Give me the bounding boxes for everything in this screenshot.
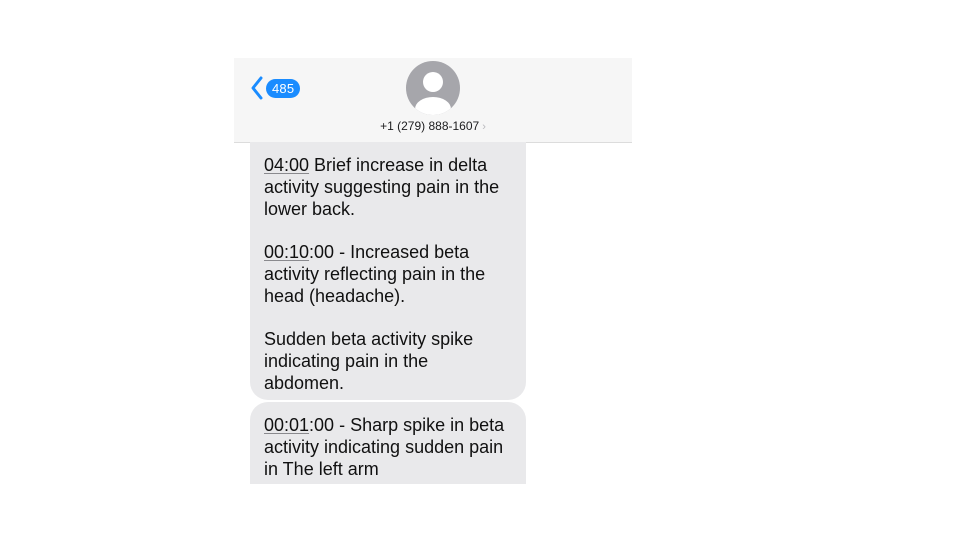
contact-details-link[interactable]: +1 (279) 888-1607 › <box>234 119 632 134</box>
message-paragraph: 00:01:00 - Sharp spike in beta activity … <box>264 414 512 480</box>
unread-count-badge: 485 <box>266 78 301 98</box>
timestamp-link[interactable]: 00:01 <box>264 415 309 435</box>
chevron-right-icon: › <box>482 121 486 133</box>
conversation-header: 485 +1 (279) 888-1607 › <box>234 58 632 143</box>
messages-screen: 485 +1 (279) 888-1607 › 04:00 Brief incre… <box>234 58 632 484</box>
back-button[interactable]: 485 <box>250 76 301 100</box>
timestamp-link[interactable]: 04:00 <box>264 155 309 175</box>
person-silhouette-icon <box>415 72 451 115</box>
message-paragraph: 00:10:00 - Increased beta activity refle… <box>264 241 512 307</box>
contact-number: +1 (279) 888-1607 <box>380 119 480 133</box>
message-text: Sudden beta activity spike indicating pa… <box>264 329 474 393</box>
chevron-left-icon <box>251 76 263 100</box>
timestamp-link[interactable]: 00:10 <box>264 242 309 262</box>
message-paragraph: 04:00 Brief increase in delta activity s… <box>264 154 512 220</box>
message-bubble[interactable]: 00:01:00 - Sharp spike in beta activity … <box>250 402 526 484</box>
message-bubble[interactable]: 04:00 Brief increase in delta activity s… <box>250 142 526 400</box>
contact-avatar[interactable] <box>406 61 460 115</box>
message-paragraph: Sudden beta activity spike indicating pa… <box>264 328 512 394</box>
